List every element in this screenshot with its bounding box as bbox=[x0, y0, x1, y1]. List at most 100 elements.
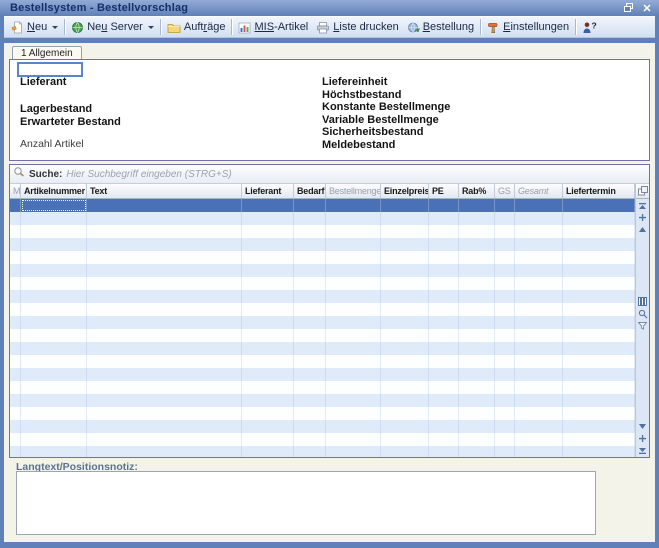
table-row[interactable] bbox=[10, 199, 635, 212]
table-cell-bestellmenge[interactable] bbox=[326, 199, 381, 212]
table-cell-bestellmenge[interactable] bbox=[326, 277, 381, 290]
table-cell-rab[interactable] bbox=[459, 225, 495, 238]
table-cell-pe[interactable] bbox=[429, 329, 459, 342]
table-cell-bestellmenge[interactable] bbox=[326, 303, 381, 316]
table-cell-gs[interactable] bbox=[495, 355, 515, 368]
restore-button[interactable] bbox=[621, 2, 636, 15]
table-cell-einzelpreis[interactable] bbox=[381, 303, 429, 316]
table-cell-bedarf[interactable] bbox=[294, 225, 326, 238]
table-cell-gesamt[interactable] bbox=[515, 446, 563, 457]
table-cell-lieferant[interactable] bbox=[242, 199, 294, 212]
table-cell-bedarf[interactable] bbox=[294, 355, 326, 368]
table-cell-gs[interactable] bbox=[495, 316, 515, 329]
table-cell-artikelnummer[interactable] bbox=[21, 264, 87, 277]
toolbar-hilfe-button[interactable]: ? bbox=[578, 20, 602, 35]
table-cell-pe[interactable] bbox=[429, 264, 459, 277]
table-cell-lieferant[interactable] bbox=[242, 212, 294, 225]
table-cell-rab[interactable] bbox=[459, 407, 495, 420]
table-cell-gs[interactable] bbox=[495, 225, 515, 238]
table-cell-m[interactable] bbox=[10, 394, 21, 407]
scroll-top-button[interactable] bbox=[637, 201, 648, 210]
table-cell-einzelpreis[interactable] bbox=[381, 381, 429, 394]
table-cell-m[interactable] bbox=[10, 342, 21, 355]
toolbar-bestellung-button[interactable]: Bestellung bbox=[403, 20, 478, 35]
table-cell-lieferant[interactable] bbox=[242, 342, 294, 355]
column-chooser-button[interactable] bbox=[636, 184, 649, 199]
table-cell-m[interactable] bbox=[10, 277, 21, 290]
table-cell-bestellmenge[interactable] bbox=[326, 329, 381, 342]
table-cell-bedarf[interactable] bbox=[294, 381, 326, 394]
table-cell-rab[interactable] bbox=[459, 394, 495, 407]
table-cell-rab[interactable] bbox=[459, 381, 495, 394]
table-cell-bedarf[interactable] bbox=[294, 290, 326, 303]
table-cell-pe[interactable] bbox=[429, 433, 459, 446]
table-cell-bedarf[interactable] bbox=[294, 420, 326, 433]
table-cell-pe[interactable] bbox=[429, 225, 459, 238]
table-cell-bestellmenge[interactable] bbox=[326, 212, 381, 225]
table-cell-gs[interactable] bbox=[495, 394, 515, 407]
scroll-page-up-button[interactable] bbox=[637, 213, 648, 222]
table-cell-m[interactable] bbox=[10, 238, 21, 251]
table-cell-rab[interactable] bbox=[459, 368, 495, 381]
table-cell-m[interactable] bbox=[10, 225, 21, 238]
table-cell-bestellmenge[interactable] bbox=[326, 446, 381, 457]
table-cell-einzelpreis[interactable] bbox=[381, 316, 429, 329]
column-header-pe[interactable]: PE bbox=[429, 184, 459, 198]
table-cell-rab[interactable] bbox=[459, 446, 495, 457]
scroll-bottom-button[interactable] bbox=[637, 446, 648, 455]
table-cell-pe[interactable] bbox=[429, 420, 459, 433]
table-row[interactable] bbox=[10, 420, 635, 433]
table-cell-gesamt[interactable] bbox=[515, 225, 563, 238]
table-cell-bestellmenge[interactable] bbox=[326, 407, 381, 420]
table-cell-gs[interactable] bbox=[495, 199, 515, 212]
table-cell-text[interactable] bbox=[87, 368, 242, 381]
table-cell-artikelnummer[interactable] bbox=[21, 368, 87, 381]
table-cell-gs[interactable] bbox=[495, 212, 515, 225]
table-row[interactable] bbox=[10, 381, 635, 394]
table-cell-bestellmenge[interactable] bbox=[326, 251, 381, 264]
search-rows-button[interactable] bbox=[637, 309, 648, 318]
table-row[interactable] bbox=[10, 225, 635, 238]
table-cell-einzelpreis[interactable] bbox=[381, 342, 429, 355]
table-cell-text[interactable] bbox=[87, 433, 242, 446]
table-row[interactable] bbox=[10, 342, 635, 355]
table-cell-liefertermin[interactable] bbox=[563, 407, 635, 420]
table-cell-liefertermin[interactable] bbox=[563, 355, 635, 368]
table-cell-pe[interactable] bbox=[429, 394, 459, 407]
table-cell-artikelnummer[interactable] bbox=[21, 251, 87, 264]
table-cell-liefertermin[interactable] bbox=[563, 264, 635, 277]
table-row[interactable] bbox=[10, 446, 635, 457]
table-cell-m[interactable] bbox=[10, 368, 21, 381]
table-cell-einzelpreis[interactable] bbox=[381, 329, 429, 342]
table-cell-gs[interactable] bbox=[495, 277, 515, 290]
table-cell-bedarf[interactable] bbox=[294, 238, 326, 251]
table-cell-gesamt[interactable] bbox=[515, 433, 563, 446]
table-cell-pe[interactable] bbox=[429, 277, 459, 290]
table-cell-lieferant[interactable] bbox=[242, 329, 294, 342]
table-cell-einzelpreis[interactable] bbox=[381, 290, 429, 303]
table-cell-bedarf[interactable] bbox=[294, 251, 326, 264]
table-cell-lieferant[interactable] bbox=[242, 433, 294, 446]
lieferant-input[interactable] bbox=[17, 62, 83, 77]
table-cell-gs[interactable] bbox=[495, 329, 515, 342]
customize-columns-button[interactable] bbox=[637, 297, 648, 306]
table-row[interactable] bbox=[10, 277, 635, 290]
table-cell-rab[interactable] bbox=[459, 264, 495, 277]
table-cell-gesamt[interactable] bbox=[515, 290, 563, 303]
table-cell-gesamt[interactable] bbox=[515, 407, 563, 420]
filter-rows-button[interactable] bbox=[637, 321, 648, 330]
table-cell-bedarf[interactable] bbox=[294, 264, 326, 277]
table-cell-lieferant[interactable] bbox=[242, 251, 294, 264]
table-cell-rab[interactable] bbox=[459, 238, 495, 251]
table-cell-liefertermin[interactable] bbox=[563, 381, 635, 394]
table-cell-artikelnummer[interactable] bbox=[21, 407, 87, 420]
table-cell-bedarf[interactable] bbox=[294, 199, 326, 212]
table-cell-artikelnummer[interactable] bbox=[21, 433, 87, 446]
table-cell-gs[interactable] bbox=[495, 420, 515, 433]
table-cell-artikelnummer[interactable] bbox=[21, 355, 87, 368]
table-cell-artikelnummer[interactable] bbox=[21, 381, 87, 394]
toolbar-mis-artikel-button[interactable]: MIS-Artikel bbox=[234, 20, 312, 35]
table-cell-gesamt[interactable] bbox=[515, 355, 563, 368]
table-cell-text[interactable] bbox=[87, 342, 242, 355]
tab-allgemein[interactable]: 1 Allgemein bbox=[12, 46, 82, 60]
